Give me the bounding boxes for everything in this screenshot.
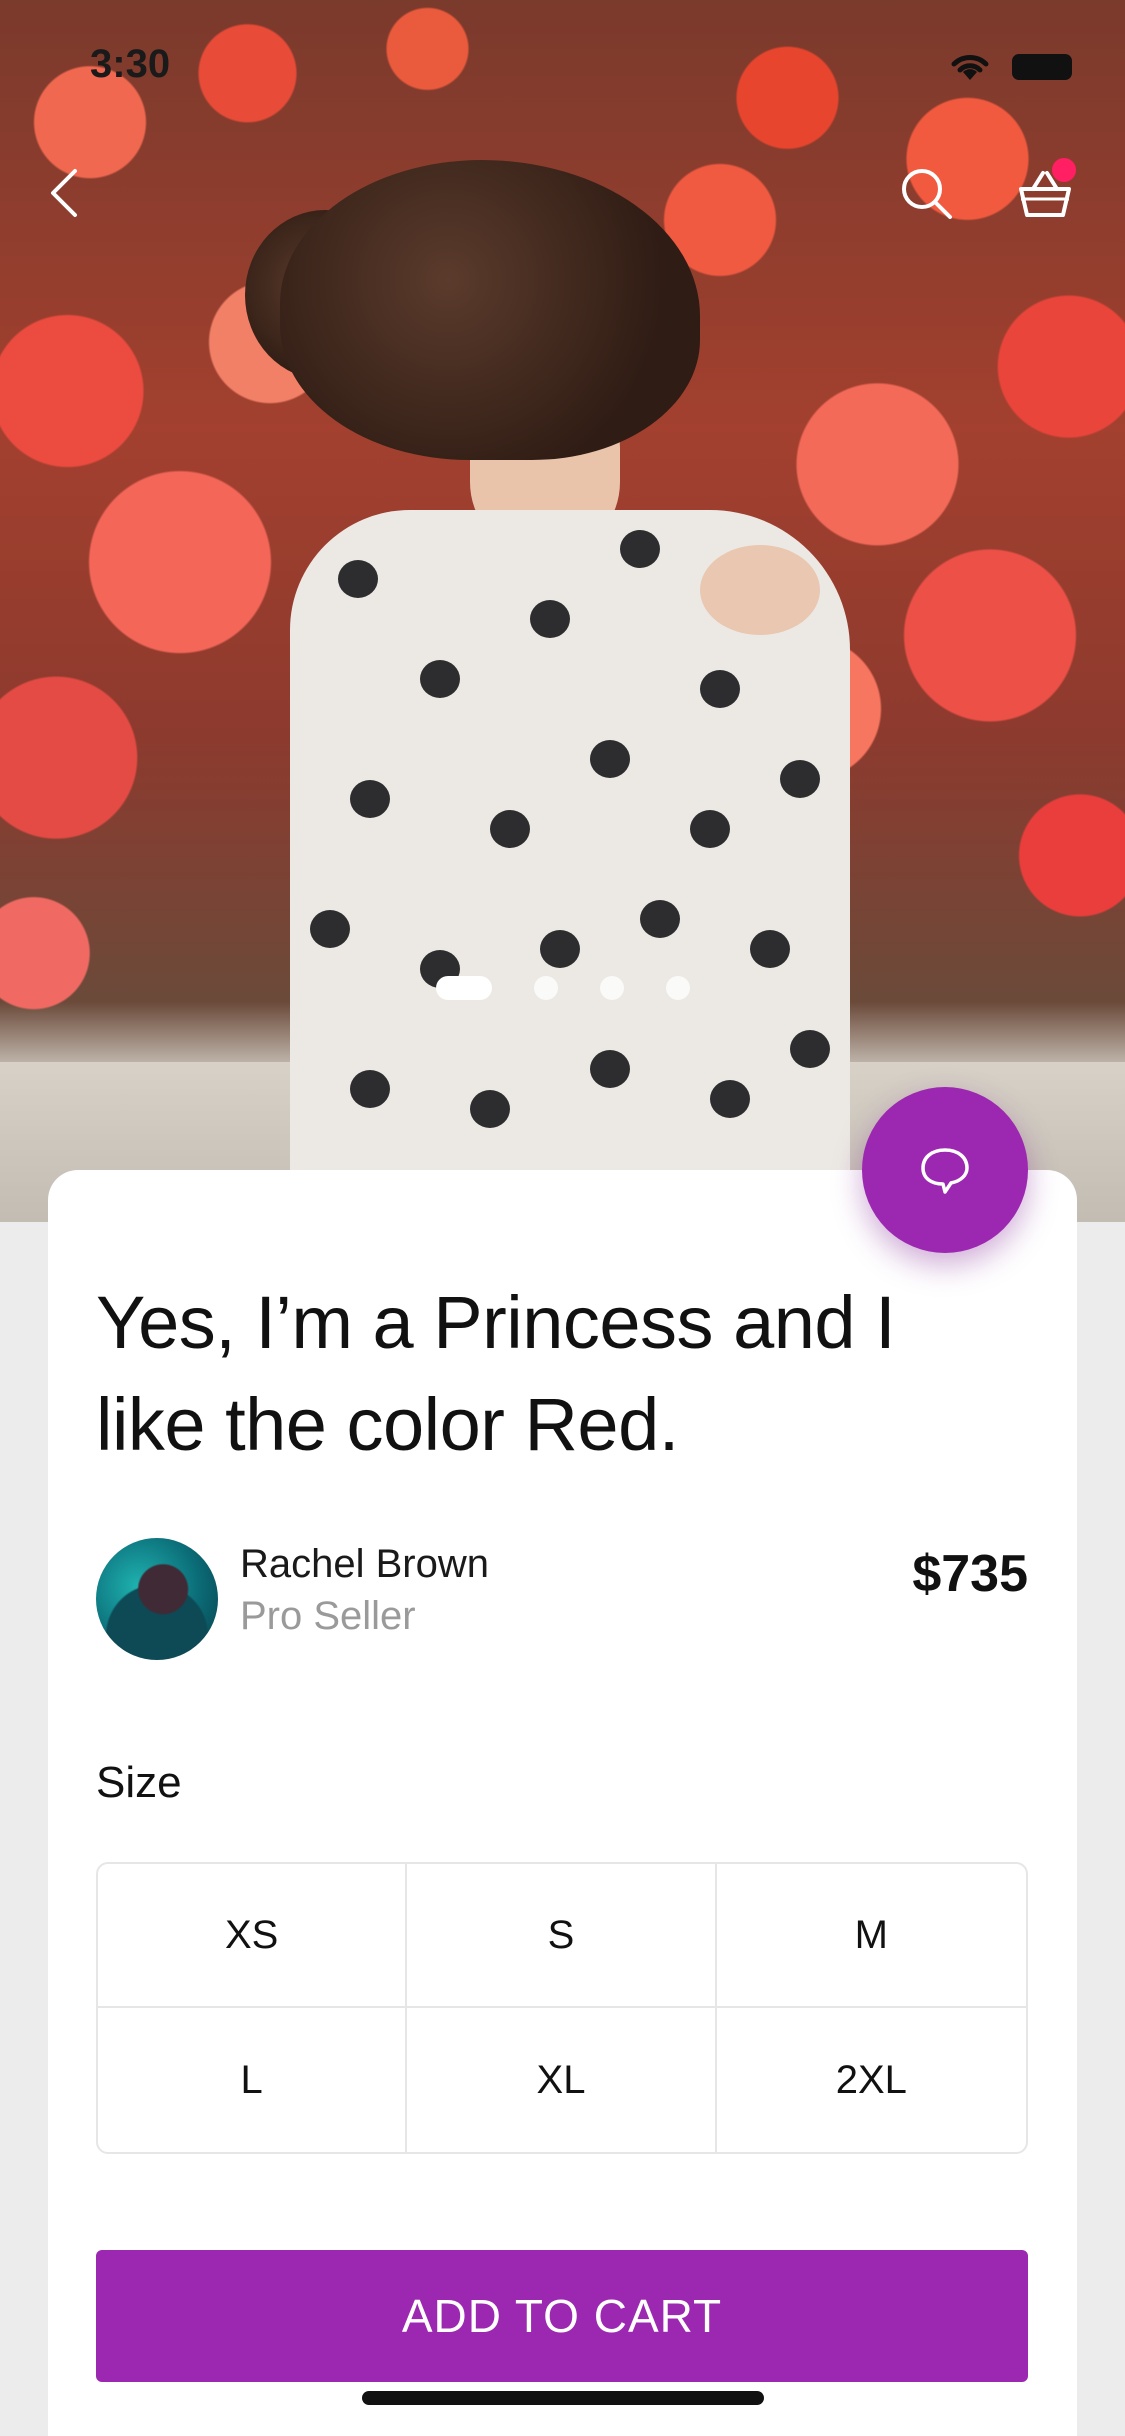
pager-dot-3[interactable] bbox=[599, 976, 624, 1000]
cart-button[interactable] bbox=[1012, 158, 1078, 226]
home-indicator[interactable] bbox=[362, 2391, 764, 2405]
status-bar: 3:30 bbox=[0, 0, 1125, 132]
chat-bubble-icon bbox=[921, 1148, 969, 1194]
chat-button[interactable] bbox=[862, 1087, 1028, 1253]
cart-badge bbox=[1052, 158, 1076, 182]
product-title: Yes, I’m a Princess and I like the color… bbox=[96, 1281, 896, 1466]
pager-dot-4[interactable] bbox=[665, 976, 690, 1000]
seller-role: Pro Seller bbox=[240, 1594, 416, 1638]
wifi-icon bbox=[951, 55, 989, 80]
add-to-cart-button[interactable]: ADD TO CART bbox=[96, 2250, 1028, 2382]
back-button[interactable] bbox=[32, 160, 98, 226]
image-pager bbox=[0, 976, 1125, 1000]
pager-dot-1[interactable] bbox=[435, 976, 492, 1000]
size-option-l[interactable]: L bbox=[98, 2008, 408, 2152]
search-icon bbox=[902, 169, 952, 219]
battery-icon bbox=[1012, 54, 1072, 80]
seller-info: Rachel Brown Pro Seller $735 bbox=[96, 1538, 1028, 1660]
product-price: $735 bbox=[912, 1545, 1028, 1603]
seller-name[interactable]: Rachel Brown bbox=[240, 1542, 489, 1587]
pager-dot-2[interactable] bbox=[533, 976, 558, 1000]
hero-photo-hair bbox=[280, 160, 700, 460]
size-selector: XS S M L XL 2XL bbox=[96, 1862, 1028, 2154]
size-option-s[interactable]: S bbox=[407, 1864, 717, 2008]
product-detail-card: Yes, I’m a Princess and I like the color… bbox=[48, 1170, 1077, 2436]
search-button[interactable] bbox=[893, 160, 959, 226]
size-option-2xl[interactable]: 2XL bbox=[717, 2008, 1026, 2152]
hero-photo-hand bbox=[700, 545, 820, 635]
chevron-left-icon bbox=[51, 169, 77, 217]
status-time: 3:30 bbox=[90, 42, 171, 86]
size-label: Size bbox=[96, 1758, 182, 1807]
size-option-xs[interactable]: XS bbox=[98, 1864, 408, 2008]
product-detail-screen: 3:30 Yes, I’m a Princess and I like the … bbox=[0, 0, 1125, 2436]
size-option-xl[interactable]: XL bbox=[407, 2008, 717, 2152]
seller-avatar[interactable] bbox=[96, 1538, 218, 1660]
size-option-m[interactable]: M bbox=[716, 1864, 1026, 2008]
